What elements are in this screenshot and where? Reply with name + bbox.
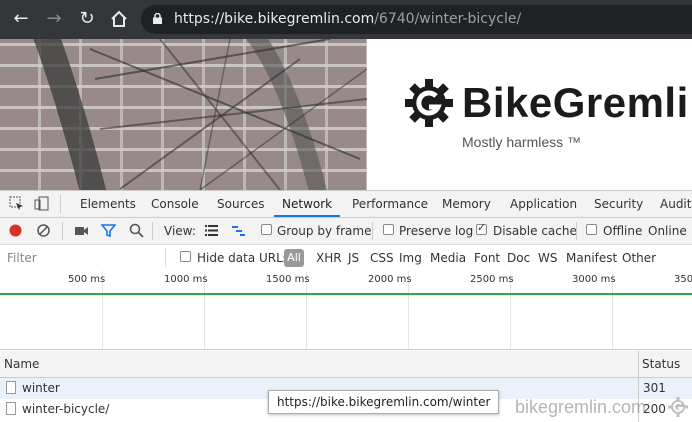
tab-network[interactable]: Network — [274, 191, 341, 217]
timeline-tick-label: 1000 ms — [164, 274, 208, 285]
dom-content-loaded-line — [0, 293, 692, 295]
tab-memory[interactable]: Memory — [442, 191, 491, 217]
url-text: https://bike.bikegremlin.com/6740/winter… — [174, 11, 521, 27]
request-status: 301 — [643, 381, 666, 395]
group-by-frame-label: Group by frame — [277, 224, 372, 238]
hide-data-urls-checkbox[interactable] — [180, 251, 191, 262]
address-bar[interactable]: https://bike.bikegremlin.com/6740/winter… — [141, 5, 692, 34]
network-filter-bar: Hide data URLs All XHR JS CSS Img Media … — [0, 245, 692, 272]
preserve-log-checkbox[interactable] — [383, 224, 394, 235]
filter-type-img[interactable]: Img — [399, 251, 422, 265]
url-tooltip: https://bike.bikegremlin.com/winter — [268, 390, 500, 414]
url-path: /6740/winter-bicycle/ — [374, 11, 522, 27]
tab-sources[interactable]: Sources — [217, 191, 264, 217]
hero-photo — [0, 39, 367, 190]
site-tagline: Mostly harmless ™ — [462, 134, 582, 150]
timeline-tick-label: 350 — [674, 274, 692, 285]
watermark-gear-icon — [668, 397, 688, 417]
filter-type-manifest[interactable]: Manifest — [566, 251, 617, 265]
throttling-select[interactable]: Online — [648, 224, 687, 238]
clear-icon[interactable] — [36, 223, 51, 238]
offline-label: Offline — [603, 224, 643, 238]
view-label: View: — [164, 224, 196, 238]
tab-elements[interactable]: Elements — [80, 191, 136, 217]
filter-type-media[interactable]: Media — [430, 251, 466, 265]
disable-cache-checkbox[interactable] — [476, 221, 487, 235]
site-header: BikeGremli Mostly harmless ™ — [367, 39, 692, 190]
home-icon[interactable] — [108, 8, 130, 30]
hide-data-urls-label: Hide data URLs — [197, 251, 290, 265]
filter-type-xhr[interactable]: XHR — [316, 251, 342, 265]
tab-console[interactable]: Console — [151, 191, 199, 217]
requests-table-header: Name Status — [0, 351, 692, 378]
document-icon — [6, 381, 16, 394]
request-name[interactable]: winter-bicycle/ — [22, 402, 109, 416]
timeline-tick-label: 2000 ms — [368, 274, 412, 285]
toolbar-divider — [576, 222, 577, 240]
large-rows-icon[interactable] — [204, 223, 219, 238]
devtools-tabbar: Elements Console Sources Network Perform… — [0, 191, 692, 218]
watermark-text: bikegremlin.com — [515, 397, 647, 417]
inspect-element-icon[interactable] — [9, 196, 24, 211]
filter-type-css[interactable]: CSS — [370, 251, 394, 265]
search-icon[interactable] — [129, 223, 144, 238]
column-header-status[interactable]: Status — [642, 357, 680, 371]
record-icon[interactable] — [8, 223, 23, 238]
browser-toolbar: ← → ↻ https://bike.bikegremlin.com/6740/… — [0, 0, 692, 39]
screenshot-camera-icon[interactable] — [74, 223, 89, 238]
timeline-overview[interactable]: 500 ms 1000 ms 1500 ms 2000 ms 2500 ms 3… — [0, 271, 692, 350]
document-icon — [6, 402, 16, 415]
waterfall-overview-icon[interactable] — [231, 223, 246, 238]
toolbar-divider — [62, 222, 63, 240]
timeline-tick-label: 500 ms — [68, 274, 106, 285]
tabbar-divider — [60, 195, 61, 213]
filter-type-ws[interactable]: WS — [538, 251, 557, 265]
gear-logo-icon — [405, 79, 453, 127]
tab-security[interactable]: Security — [594, 191, 643, 217]
site-logo-text[interactable]: BikeGremli — [462, 79, 689, 127]
url-host: https://bike.bikegremlin.com — [174, 11, 375, 27]
timeline-tick-label: 1500 ms — [266, 274, 310, 285]
filter-type-font[interactable]: Font — [474, 251, 500, 265]
offline-checkbox[interactable] — [586, 224, 597, 235]
timeline-tick-label: 2500 ms — [470, 274, 514, 285]
column-divider[interactable] — [638, 351, 639, 377]
device-toolbar-icon[interactable] — [34, 196, 49, 211]
tab-audits[interactable]: Audits — [660, 191, 692, 217]
tab-application[interactable]: Application — [510, 191, 577, 217]
filter-type-other[interactable]: Other — [622, 251, 656, 265]
filter-input[interactable] — [2, 248, 166, 267]
devtools-panel: Elements Console Sources Network Perform… — [0, 190, 692, 422]
timeline-tick-label: 3000 ms — [572, 274, 616, 285]
request-name[interactable]: winter — [22, 381, 60, 395]
filter-icon[interactable] — [101, 223, 116, 238]
preserve-log-label: Preserve log — [399, 224, 474, 238]
lock-icon — [153, 13, 162, 24]
request-status: 200 — [643, 402, 666, 416]
forward-icon[interactable]: → — [43, 8, 65, 30]
reload-icon[interactable]: ↻ — [76, 8, 98, 30]
network-toolbar: View: Group by frame Preserve log Disabl… — [0, 218, 692, 245]
filter-type-js[interactable]: JS — [348, 251, 359, 265]
toolbar-divider — [152, 222, 153, 240]
filter-type-all[interactable]: All — [284, 249, 304, 267]
toolbar-divider — [372, 222, 373, 240]
filter-type-doc[interactable]: Doc — [507, 251, 530, 265]
tab-performance[interactable]: Performance — [352, 191, 428, 217]
group-by-frame-checkbox[interactable] — [261, 224, 272, 235]
disable-cache-label: Disable cache — [493, 224, 577, 238]
back-icon[interactable]: ← — [10, 8, 32, 30]
column-header-name[interactable]: Name — [4, 357, 39, 371]
